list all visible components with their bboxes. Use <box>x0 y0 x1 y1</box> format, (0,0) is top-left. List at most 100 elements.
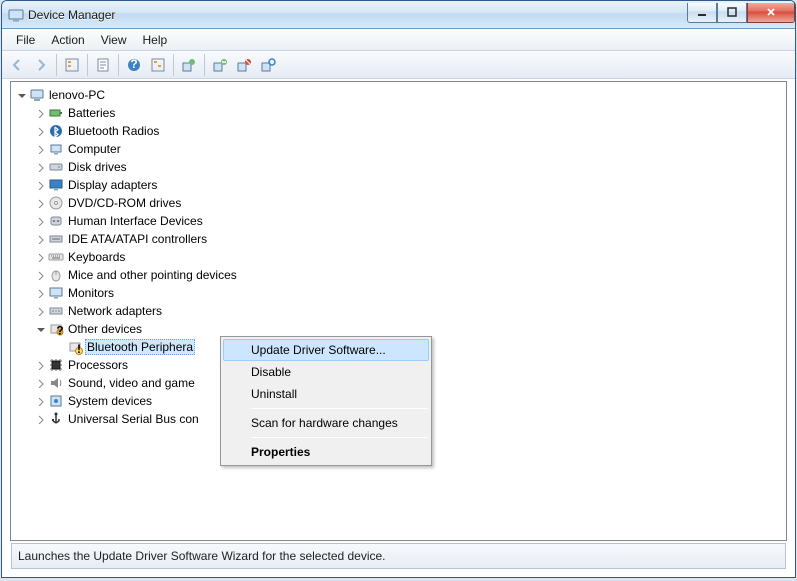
tree-node[interactable]: lenovo-PC <box>13 86 784 104</box>
properties-icon[interactable] <box>91 53 115 77</box>
tree-label[interactable]: Batteries <box>66 105 117 121</box>
expand-icon[interactable] <box>32 159 48 175</box>
tree-label[interactable]: Computer <box>66 141 123 157</box>
expand-icon[interactable] <box>32 303 48 319</box>
menu-help[interactable]: Help <box>135 31 176 49</box>
collapse-icon[interactable] <box>13 87 29 103</box>
expand-icon[interactable] <box>32 213 48 229</box>
tree-node[interactable]: Monitors <box>13 284 784 302</box>
toolbar: ? <box>2 51 795 79</box>
forward-icon <box>29 53 53 77</box>
expand-icon[interactable] <box>32 105 48 121</box>
update-driver-icon[interactable] <box>177 53 201 77</box>
device-manager-window: Device Manager File Action View Help ? l… <box>1 0 796 578</box>
svg-text:?: ? <box>130 57 137 71</box>
collapse-icon[interactable] <box>32 321 48 337</box>
show-hide-tree-icon[interactable] <box>60 53 84 77</box>
hid-icon <box>48 213 64 229</box>
display-icon <box>48 177 64 193</box>
expand-icon[interactable] <box>32 141 48 157</box>
tree-node[interactable]: Mice and other pointing devices <box>13 266 784 284</box>
cpu-icon <box>48 357 64 373</box>
menu-action[interactable]: Action <box>43 31 92 49</box>
tree-label[interactable]: Processors <box>66 357 130 373</box>
tree-node[interactable]: Display adapters <box>13 176 784 194</box>
tree-label[interactable]: IDE ATA/ATAPI controllers <box>66 231 209 247</box>
tree-label[interactable]: Keyboards <box>66 249 127 265</box>
tree-node[interactable]: Keyboards <box>13 248 784 266</box>
maximize-button[interactable] <box>717 3 747 23</box>
svg-text:?: ? <box>56 324 63 338</box>
tree-node[interactable]: Disk drives <box>13 158 784 176</box>
expand-icon[interactable] <box>32 375 48 391</box>
unknown-icon: ! <box>67 339 83 355</box>
computer-icon <box>29 87 45 103</box>
tree-label[interactable]: Bluetooth Periphera <box>85 339 195 355</box>
no-expander <box>51 339 67 355</box>
battery-icon <box>48 105 64 121</box>
ide-icon <box>48 231 64 247</box>
tree-label[interactable]: Display adapters <box>66 177 159 193</box>
minimize-button[interactable] <box>687 3 717 23</box>
expand-icon[interactable] <box>32 249 48 265</box>
tree-node[interactable]: Bluetooth Radios <box>13 122 784 140</box>
bluetooth-icon <box>48 123 64 139</box>
context-disable[interactable]: Disable <box>223 361 429 383</box>
tree-label[interactable]: Monitors <box>66 285 116 301</box>
app-icon <box>8 7 24 23</box>
expand-icon[interactable] <box>32 357 48 373</box>
show-hidden-icon[interactable] <box>146 53 170 77</box>
uninstall-icon[interactable] <box>208 53 232 77</box>
expand-icon[interactable] <box>32 285 48 301</box>
computer-sm-icon <box>48 141 64 157</box>
tree-node[interactable]: Human Interface Devices <box>13 212 784 230</box>
scan-hardware-icon[interactable] <box>256 53 280 77</box>
context-update-driver-software[interactable]: Update Driver Software... <box>223 339 429 361</box>
tree-label[interactable]: System devices <box>66 393 154 409</box>
monitor-icon <box>48 285 64 301</box>
expand-icon[interactable] <box>32 411 48 427</box>
window-title: Device Manager <box>28 8 687 22</box>
system-icon <box>48 393 64 409</box>
status-bar: Launches the Update Driver Software Wiza… <box>11 543 786 569</box>
back-icon <box>5 53 29 77</box>
device-tree-pane[interactable]: lenovo-PC Batteries Bluetooth Radios Comput… <box>10 81 787 541</box>
tree-label[interactable]: Universal Serial Bus con <box>66 411 201 427</box>
tree-node[interactable]: DVD/CD-ROM drives <box>13 194 784 212</box>
tree-node[interactable]: Batteries <box>13 104 784 122</box>
expand-icon[interactable] <box>32 195 48 211</box>
network-icon <box>48 303 64 319</box>
tree-node[interactable]: Computer <box>13 140 784 158</box>
help-icon[interactable]: ? <box>122 53 146 77</box>
tree-label[interactable]: DVD/CD-ROM drives <box>66 195 183 211</box>
expand-icon[interactable] <box>32 267 48 283</box>
tree-label[interactable]: Sound, video and game <box>66 375 197 391</box>
mouse-icon <box>48 267 64 283</box>
menu-view[interactable]: View <box>93 31 135 49</box>
disk-icon <box>48 159 64 175</box>
disable-icon[interactable] <box>232 53 256 77</box>
expand-icon[interactable] <box>32 123 48 139</box>
context-uninstall[interactable]: Uninstall <box>223 383 429 405</box>
close-button[interactable] <box>747 3 795 23</box>
menu-file[interactable]: File <box>8 31 43 49</box>
menubar: File Action View Help <box>2 29 795 51</box>
context-properties[interactable]: Properties <box>223 441 429 463</box>
status-text: Launches the Update Driver Software Wiza… <box>18 549 386 563</box>
tree-label[interactable]: Human Interface Devices <box>66 213 205 229</box>
usb-icon <box>48 411 64 427</box>
tree-label[interactable]: lenovo-PC <box>47 87 107 103</box>
expand-icon[interactable] <box>32 393 48 409</box>
tree-label[interactable]: Other devices <box>66 321 144 337</box>
expand-icon[interactable] <box>32 231 48 247</box>
other-icon: ? <box>48 321 64 337</box>
tree-node[interactable]: Network adapters <box>13 302 784 320</box>
tree-label[interactable]: Network adapters <box>66 303 164 319</box>
tree-label[interactable]: Bluetooth Radios <box>66 123 161 139</box>
tree-label[interactable]: Mice and other pointing devices <box>66 267 239 283</box>
tree-node[interactable]: IDE ATA/ATAPI controllers <box>13 230 784 248</box>
expand-icon[interactable] <box>32 177 48 193</box>
context-scan-for-hardware-changes[interactable]: Scan for hardware changes <box>223 412 429 434</box>
tree-label[interactable]: Disk drives <box>66 159 129 175</box>
titlebar[interactable]: Device Manager <box>2 1 795 29</box>
